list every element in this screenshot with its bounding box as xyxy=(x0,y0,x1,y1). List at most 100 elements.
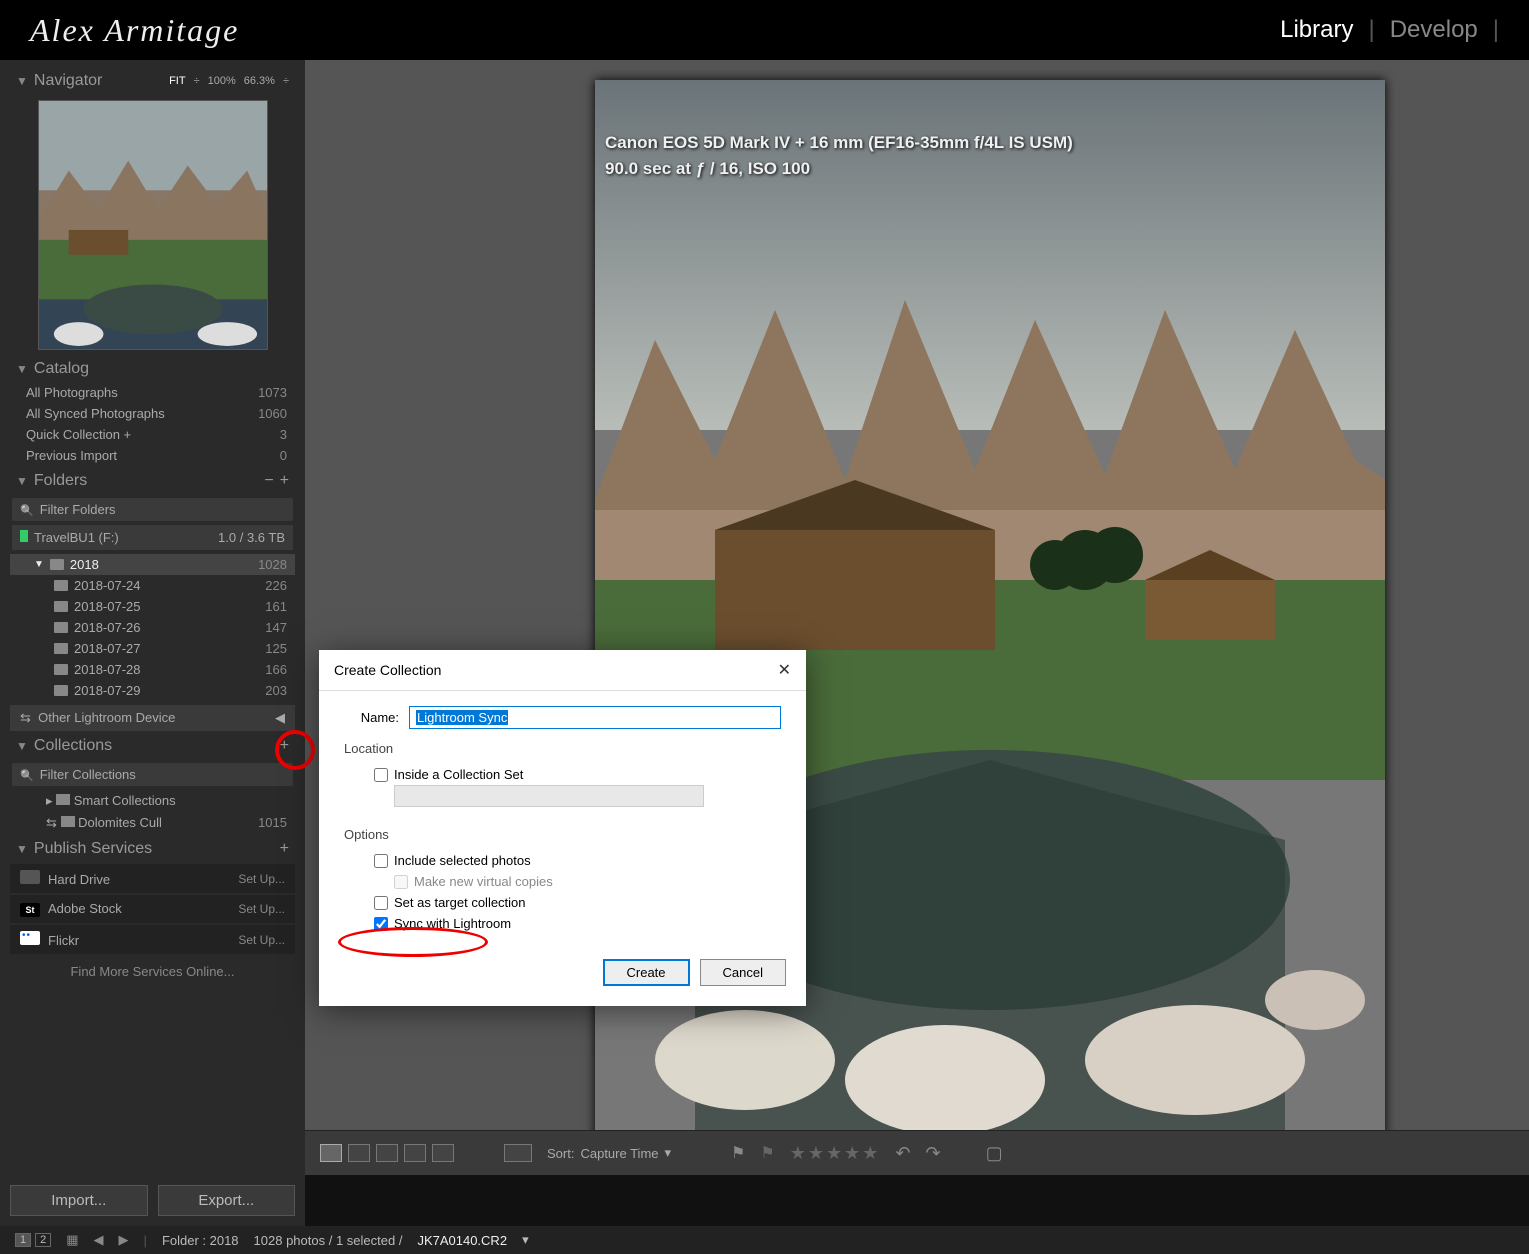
people-view-icon[interactable] xyxy=(432,1144,454,1162)
catalog-item[interactable]: All Synced Photographs1060 xyxy=(10,403,295,424)
folder-row[interactable]: 2018-07-27125 xyxy=(10,638,295,659)
other-device-row[interactable]: ⇆ Other Lightroom Device◀ xyxy=(10,705,295,731)
harddrive-icon xyxy=(20,870,40,884)
folder-row[interactable]: 2018-07-29203 xyxy=(10,680,295,701)
breadcrumb-folder[interactable]: Folder : 2018 xyxy=(162,1233,239,1248)
chevron-down-icon: ▼ xyxy=(16,74,28,88)
flag-reject-icon[interactable]: ⚑ xyxy=(760,1143,774,1163)
navigator-panel: ▼Navigator FIT÷ 100% 66.3%÷ xyxy=(10,68,295,350)
inside-set-label: Inside a Collection Set xyxy=(394,767,523,782)
virtual-copies-label: Make new virtual copies xyxy=(414,874,553,889)
next-arrow-icon[interactable]: ▶ xyxy=(119,1232,129,1248)
left-panel: ▼Navigator FIT÷ 100% 66.3%÷ xyxy=(0,60,305,1175)
topbar: Alex Armitage Library | Develop | xyxy=(0,0,1529,60)
exposure-info: 90.0 sec at ƒ / 16, ISO 100 xyxy=(605,156,1073,182)
collection-item[interactable]: ⇆ Dolomites Cull1015 xyxy=(10,812,295,834)
folders-header[interactable]: ▼Folders −+ xyxy=(10,468,295,494)
sort-control[interactable]: Sort: Capture Time ▾ xyxy=(547,1145,671,1161)
prev-arrow-icon[interactable]: ◀ xyxy=(94,1232,104,1248)
export-button[interactable]: Export... xyxy=(158,1185,296,1216)
add-collection-button[interactable]: + xyxy=(280,737,289,755)
plus-icon[interactable]: + xyxy=(280,472,289,490)
flickr-icon xyxy=(20,931,40,945)
zoom-100-button[interactable]: 100% xyxy=(208,75,236,87)
sort-value[interactable]: Capture Time xyxy=(580,1146,658,1161)
chevron-left-icon: ◀ xyxy=(275,710,285,726)
folder-icon xyxy=(54,601,68,612)
screen-1[interactable]: 1 xyxy=(15,1233,31,1247)
folder-row[interactable]: 2018-07-24226 xyxy=(10,575,295,596)
folder-row[interactable]: 2018-07-25161 xyxy=(10,596,295,617)
module-picker: Library | Develop | xyxy=(1265,16,1499,44)
identity-plate: Alex Armitage xyxy=(30,12,239,49)
setup-link[interactable]: Set Up... xyxy=(238,933,285,947)
publish-service[interactable]: FlickrSet Up... xyxy=(10,925,295,954)
publish-service[interactable]: Hard DriveSet Up... xyxy=(10,864,295,893)
close-icon[interactable]: ✕ xyxy=(778,660,791,680)
catalog-header[interactable]: ▼Catalog xyxy=(10,356,295,382)
find-more-link[interactable]: Find More Services Online... xyxy=(10,958,295,985)
navigator-preview[interactable] xyxy=(38,100,268,350)
minus-icon[interactable]: − xyxy=(264,472,273,490)
import-button[interactable]: Import... xyxy=(10,1185,148,1216)
volume-usage: 1.0 / 3.6 TB xyxy=(218,530,285,545)
inside-set-checkbox[interactable] xyxy=(374,768,388,782)
rotate-cw-icon[interactable]: ↷ xyxy=(926,1143,941,1164)
fit-button[interactable]: FIT xyxy=(169,75,186,87)
left-bottom-buttons: Import... Export... xyxy=(0,1175,305,1226)
screen-2[interactable]: 2 xyxy=(35,1233,51,1247)
module-library[interactable]: Library xyxy=(1265,16,1368,44)
target-collection-checkbox[interactable] xyxy=(374,896,388,910)
filename[interactable]: JK7A0140.CR2 xyxy=(417,1233,507,1248)
grid-view-icon[interactable] xyxy=(320,1144,342,1162)
chevron-down-icon: ▾ xyxy=(665,1145,672,1161)
zoom-custom-button[interactable]: 66.3% xyxy=(244,75,275,87)
collections-header[interactable]: ▼Collections + xyxy=(10,733,295,759)
folder-icon xyxy=(54,664,68,675)
flag-pick-icon[interactable]: ⚑ xyxy=(731,1143,745,1163)
catalog-item[interactable]: All Photographs1073 xyxy=(10,382,295,403)
catalog-item[interactable]: Quick Collection +3 xyxy=(10,424,295,445)
target-collection-label: Set as target collection xyxy=(394,895,526,910)
collection-item[interactable]: ▸ Smart Collections xyxy=(10,790,295,812)
setup-link[interactable]: Set Up... xyxy=(238,902,285,916)
screen-switcher[interactable]: 1 2 xyxy=(15,1233,51,1247)
rating-stars[interactable]: ★★★★★ xyxy=(790,1143,881,1164)
navigator-header[interactable]: ▼Navigator FIT÷ 100% 66.3%÷ xyxy=(10,68,295,94)
divider: | xyxy=(144,1233,147,1248)
create-button[interactable]: Create xyxy=(603,959,690,986)
plus-icon[interactable]: + xyxy=(280,840,289,858)
painter-icon[interactable] xyxy=(504,1144,532,1162)
folder-row-root[interactable]: ▼2018 1028 xyxy=(10,554,295,575)
folder-row[interactable]: 2018-07-28166 xyxy=(10,659,295,680)
sort-label: Sort: xyxy=(547,1146,574,1161)
chevron-down-icon: ▾ xyxy=(522,1232,529,1248)
collections-filter-input[interactable]: Filter Collections xyxy=(12,763,293,786)
module-develop[interactable]: Develop xyxy=(1375,16,1493,44)
folder-row[interactable]: 2018-07-26147 xyxy=(10,617,295,638)
toolbar: Sort: Capture Time ▾ ⚑ ⚑ ★★★★★ ↶ ↷ ▢ xyxy=(305,1130,1529,1175)
catalog-item[interactable]: Previous Import0 xyxy=(10,445,295,466)
publish-panel: ▼Publish Services + Hard DriveSet Up... … xyxy=(10,836,295,985)
setup-link[interactable]: Set Up... xyxy=(238,872,285,886)
collection-name-input[interactable]: Lightroom Sync xyxy=(409,706,781,729)
loupe-view-icon[interactable] xyxy=(348,1144,370,1162)
slideshow-icon[interactable]: ▢ xyxy=(986,1143,1003,1164)
publish-service[interactable]: StAdobe StockSet Up... xyxy=(10,895,295,923)
publish-header[interactable]: ▼Publish Services + xyxy=(10,836,295,862)
search-icon xyxy=(20,502,34,517)
sync-lightroom-checkbox[interactable] xyxy=(374,917,388,931)
cancel-button[interactable]: Cancel xyxy=(700,959,786,986)
grid-icon[interactable]: ▦ xyxy=(66,1232,78,1248)
folder-filter-input[interactable]: Filter Folders xyxy=(12,498,293,521)
volume-row[interactable]: TravelBU1 (F:) 1.0 / 3.6 TB xyxy=(12,525,293,550)
rotate-ccw-icon[interactable]: ↶ xyxy=(895,1143,910,1164)
collection-set-select[interactable] xyxy=(394,785,704,807)
compare-view-icon[interactable] xyxy=(376,1144,398,1162)
folder-icon xyxy=(54,685,68,696)
include-photos-checkbox[interactable] xyxy=(374,854,388,868)
survey-view-icon[interactable] xyxy=(404,1144,426,1162)
catalog-title: Catalog xyxy=(34,360,89,378)
navigator-zoom-controls[interactable]: FIT÷ 100% 66.3%÷ xyxy=(169,75,289,87)
folder-icon xyxy=(54,622,68,633)
